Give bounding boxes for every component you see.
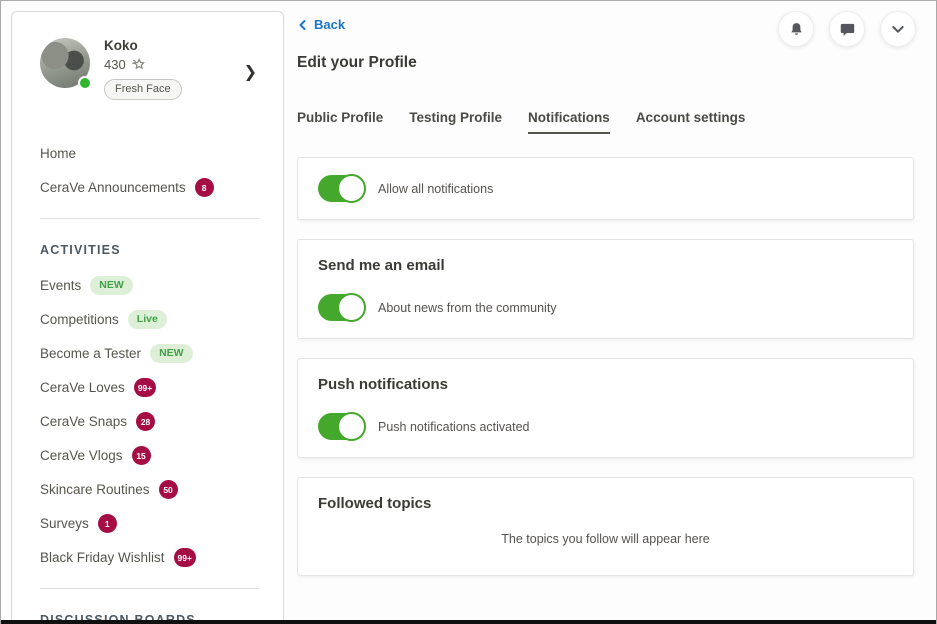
profile-expand-chevron-icon[interactable]: ❯ [244, 62, 257, 82]
tab-testing-profile[interactable]: Testing Profile [409, 110, 502, 134]
profile-name: Koko [104, 38, 182, 53]
live-pill: Live [128, 310, 167, 329]
sidebar-item-home[interactable]: Home [40, 144, 259, 163]
sidebar-item-label: CeraVe Vlogs [40, 448, 123, 463]
collapse-header-button[interactable] [880, 11, 916, 47]
sidebar: Koko 430 Fresh Face ❯ Home CeraVe Announ [11, 11, 284, 624]
email-news-toggle[interactable] [318, 294, 365, 321]
card-title: Followed topics [318, 495, 893, 512]
chevron-left-icon [297, 19, 309, 31]
bell-icon [788, 21, 805, 38]
allow-all-notifications-toggle[interactable] [318, 175, 365, 202]
sparkle-star-icon [131, 57, 146, 72]
points-value: 430 [104, 57, 126, 72]
sidebar-item-skincare-routines[interactable]: Skincare Routines 50 [40, 480, 259, 499]
tab-notifications[interactable]: Notifications [528, 110, 610, 134]
allow-all-notifications-card: Allow all notifications [297, 157, 914, 220]
activities-heading: ACTIVITIES [40, 243, 259, 257]
app-window: Koko 430 Fresh Face ❯ Home CeraVe Announ [0, 0, 937, 624]
sidebar-item-label: Skincare Routines [40, 482, 150, 497]
sidebar-item-cerave-vlogs[interactable]: CeraVe Vlogs 15 [40, 446, 259, 465]
header-icon-buttons [778, 11, 916, 47]
tab-account-settings[interactable]: Account settings [636, 110, 746, 134]
push-notifications-toggle[interactable] [318, 413, 365, 440]
unread-count-badge: 99+ [174, 548, 196, 567]
sidebar-item-cerave-announcements[interactable]: CeraVe Announcements 8 [40, 178, 259, 197]
notifications-bell-button[interactable] [778, 11, 814, 47]
followed-topics-empty-text: The topics you follow will appear here [318, 532, 893, 546]
unread-count-badge: 15 [132, 446, 151, 465]
main-content: Back Edit your Profile Public Profile Te… [284, 1, 936, 624]
sidebar-item-label: CeraVe Snaps [40, 414, 127, 429]
profile-card[interactable]: Koko 430 Fresh Face ❯ [40, 38, 259, 100]
sidebar-item-surveys[interactable]: Surveys 1 [40, 514, 259, 533]
push-notifications-card: Push notifications Push notifications ac… [297, 358, 914, 458]
unread-count-badge: 50 [159, 480, 178, 499]
sidebar-item-label: Home [40, 146, 76, 161]
email-notifications-card: Send me an email About news from the com… [297, 239, 914, 339]
sidebar-item-label: Black Friday Wishlist [40, 550, 165, 565]
back-label: Back [314, 17, 345, 32]
page-title: Edit your Profile [297, 54, 914, 72]
avatar [40, 38, 90, 88]
sidebar-item-cerave-loves[interactable]: CeraVe Loves 99+ [40, 378, 259, 397]
sidebar-item-black-friday-wishlist[interactable]: Black Friday Wishlist 99+ [40, 548, 259, 567]
profile-tabs: Public Profile Testing Profile Notificat… [297, 110, 914, 134]
chevron-down-icon [890, 21, 906, 37]
toggle-label: About news from the community [378, 301, 557, 315]
sidebar-item-cerave-snaps[interactable]: CeraVe Snaps 28 [40, 412, 259, 431]
toggle-label: Allow all notifications [378, 182, 493, 196]
sidebar-divider [40, 218, 259, 219]
profile-points: 430 [104, 57, 182, 72]
card-title: Push notifications [318, 376, 893, 393]
unread-count-badge: 1 [98, 514, 117, 533]
messages-button[interactable] [829, 11, 865, 47]
sidebar-item-competitions[interactable]: Competitions Live [40, 310, 259, 329]
sidebar-item-label: Events [40, 278, 81, 293]
unread-count-badge: 99+ [134, 378, 156, 397]
sidebar-item-become-a-tester[interactable]: Become a Tester NEW [40, 344, 259, 363]
sidebar-divider [40, 588, 259, 589]
new-pill: NEW [150, 344, 193, 363]
card-title: Send me an email [318, 257, 893, 274]
followed-topics-card: Followed topics The topics you follow wi… [297, 477, 914, 576]
sidebar-item-label: CeraVe Loves [40, 380, 125, 395]
unread-count-badge: 8 [195, 178, 214, 197]
tab-public-profile[interactable]: Public Profile [297, 110, 383, 134]
new-pill: NEW [90, 276, 133, 295]
online-status-dot [78, 76, 92, 90]
sidebar-item-label: CeraVe Announcements [40, 180, 186, 195]
sidebar-item-label: Competitions [40, 312, 119, 327]
unread-count-badge: 28 [136, 412, 155, 431]
sidebar-item-label: Become a Tester [40, 346, 141, 361]
back-button[interactable]: Back [297, 17, 345, 32]
window-bottom-edge [1, 620, 936, 624]
sidebar-item-label: Surveys [40, 516, 89, 531]
sidebar-item-events[interactable]: Events NEW [40, 276, 259, 295]
rank-badge: Fresh Face [104, 79, 182, 100]
chat-bubble-icon [839, 21, 856, 38]
toggle-label: Push notifications activated [378, 420, 529, 434]
